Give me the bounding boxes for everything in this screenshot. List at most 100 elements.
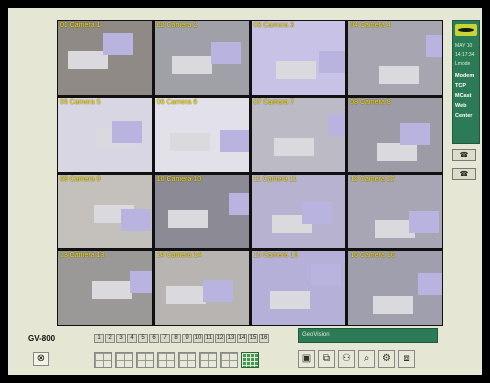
scene-desk bbox=[269, 291, 310, 310]
channel-button[interactable]: 8 bbox=[171, 334, 181, 343]
camera-view[interactable]: 13 Camera 13 bbox=[58, 251, 152, 325]
camera-view[interactable]: 07 Camera 7 bbox=[251, 97, 346, 172]
playback-button[interactable]: ⧉ bbox=[318, 350, 335, 368]
channel-button[interactable]: 11 bbox=[204, 334, 214, 343]
scene-partition bbox=[426, 35, 442, 57]
layout-10-button[interactable] bbox=[199, 352, 217, 368]
camera-view[interactable]: 05 Camera 5 bbox=[58, 97, 152, 172]
camera-view[interactable]: 15 Camera 15 bbox=[251, 251, 346, 325]
record-button[interactable]: ▣ bbox=[298, 350, 315, 368]
camera-label: 07 Camera 7 bbox=[253, 98, 294, 106]
scene-desk bbox=[68, 51, 108, 69]
channel-button[interactable]: 9 bbox=[182, 334, 192, 343]
camera-label: 14 Camera 14 bbox=[156, 252, 202, 260]
scene-desk bbox=[275, 61, 316, 79]
channel-button[interactable]: 1 bbox=[94, 334, 104, 343]
camera-label: 08 Camera 8 bbox=[350, 98, 391, 106]
channel-button[interactable]: 10 bbox=[193, 334, 203, 343]
scene-partition bbox=[130, 271, 152, 294]
scene-desk bbox=[167, 209, 208, 228]
scene-desk bbox=[169, 132, 210, 151]
camera-control-button[interactable]: ⚇ bbox=[338, 350, 355, 368]
layout-9-button[interactable] bbox=[178, 352, 196, 368]
record-icon: ▣ bbox=[301, 353, 312, 364]
close-circle-icon: ⊗ bbox=[36, 353, 46, 364]
layout-8-button[interactable] bbox=[157, 352, 175, 368]
camera-label: 16 Camera 16 bbox=[350, 252, 395, 260]
date-text: MAY 10 bbox=[455, 43, 473, 49]
scene-desk bbox=[92, 281, 132, 300]
eye-logo-icon bbox=[455, 24, 477, 36]
camera-label: 05 Camera 5 bbox=[60, 98, 101, 106]
side-item-center[interactable]: Center bbox=[455, 113, 472, 119]
layout-4-button[interactable] bbox=[115, 352, 133, 368]
layout-selector bbox=[94, 352, 259, 368]
toolbar: ▣ ⧉ ⚇ ⌕ ⚙ ⧈ bbox=[298, 350, 415, 368]
layout-16-button[interactable] bbox=[241, 352, 259, 368]
scene-partition bbox=[327, 113, 346, 136]
camera-view[interactable]: 09 Camera 9 bbox=[58, 174, 152, 249]
scene-partition bbox=[219, 129, 249, 152]
camera-view[interactable]: 08 Camera 8 bbox=[348, 97, 442, 172]
camera-view[interactable]: 16 Camera 16 bbox=[348, 251, 442, 325]
camera-grid: 01 Camera 1 02 Camera 2 03 Camera 3 04 Came… bbox=[57, 20, 443, 326]
scene-partition bbox=[202, 280, 233, 303]
camera-label: 03 Camera 3 bbox=[253, 22, 294, 29]
side-item-web[interactable]: Web bbox=[455, 103, 467, 109]
camera-view[interactable]: 10 Camera 10 bbox=[154, 174, 249, 249]
channel-selector: 1 2 3 4 5 6 7 8 9 10 11 12 13 14 15 16 bbox=[94, 334, 269, 343]
channel-button[interactable]: 5 bbox=[138, 334, 148, 343]
camera-view[interactable]: 02 Camera 2 bbox=[154, 21, 249, 95]
scene-partition bbox=[301, 201, 332, 224]
channel-button[interactable]: 13 bbox=[226, 334, 236, 343]
camera-view[interactable]: 11 Camera 11 bbox=[251, 174, 346, 249]
side-item-modem[interactable]: Modem bbox=[455, 73, 474, 79]
camera-label: 09 Camera 9 bbox=[60, 175, 101, 183]
camera-icon: ⚇ bbox=[342, 353, 351, 364]
side-item-mcast[interactable]: MCast bbox=[455, 93, 472, 99]
camera-view[interactable]: 12 Camera 12 bbox=[348, 174, 442, 249]
layout-1-button[interactable] bbox=[94, 352, 112, 368]
channel-button[interactable]: 7 bbox=[160, 334, 170, 343]
status-bar: GeoVision bbox=[298, 328, 438, 343]
scene-desk bbox=[377, 142, 418, 161]
scene-desk bbox=[373, 296, 414, 315]
camera-view[interactable]: 04 Camera 4 bbox=[348, 21, 442, 95]
scene-desk bbox=[171, 56, 212, 74]
scene-partition bbox=[112, 120, 142, 143]
network-icon: ⧈ bbox=[403, 353, 410, 364]
channel-button[interactable]: 4 bbox=[127, 334, 137, 343]
side-item-tcp[interactable]: TCP bbox=[455, 83, 466, 89]
camera-view[interactable]: 03 Camera 3 bbox=[251, 21, 346, 95]
phone-dial-button[interactable]: ☎ bbox=[452, 168, 476, 180]
camera-label: 02 Camera 2 bbox=[156, 22, 198, 29]
channel-button[interactable]: 16 bbox=[259, 334, 269, 343]
phone-button[interactable]: ☎ bbox=[452, 149, 476, 161]
channel-button[interactable]: 12 bbox=[215, 334, 225, 343]
channel-button[interactable]: 2 bbox=[105, 334, 115, 343]
channel-button[interactable]: 15 bbox=[248, 334, 258, 343]
layout-13-button[interactable] bbox=[220, 352, 238, 368]
camera-view[interactable]: 06 Camera 6 bbox=[154, 97, 249, 172]
camera-label: 11 Camera 11 bbox=[253, 175, 297, 183]
settings-button[interactable]: ⚙ bbox=[378, 350, 395, 368]
network-button[interactable]: ⧈ bbox=[398, 350, 415, 368]
scene-partition bbox=[121, 208, 151, 231]
camera-label: 15 Camera 15 bbox=[253, 252, 298, 260]
camera-view[interactable]: 14 Camera 14 bbox=[154, 251, 249, 325]
layout-6-button[interactable] bbox=[136, 352, 154, 368]
exit-button[interactable]: ⊗ bbox=[33, 352, 49, 366]
scene-desk bbox=[379, 66, 420, 84]
gear-icon: ⚙ bbox=[382, 353, 391, 364]
scene-partition bbox=[210, 42, 241, 64]
channel-button[interactable]: 3 bbox=[116, 334, 126, 343]
camera-view[interactable]: 01 Camera 1 bbox=[58, 21, 152, 95]
channel-button[interactable]: 14 bbox=[237, 334, 247, 343]
camera-label: 12 Camera 12 bbox=[350, 175, 395, 183]
model-label: GV-800 bbox=[28, 334, 56, 343]
scene-partition bbox=[310, 264, 341, 287]
scene-partition bbox=[400, 122, 431, 145]
search-button[interactable]: ⌕ bbox=[358, 350, 375, 368]
camera-label: 04 Camera 4 bbox=[350, 22, 391, 29]
channel-button[interactable]: 6 bbox=[149, 334, 159, 343]
